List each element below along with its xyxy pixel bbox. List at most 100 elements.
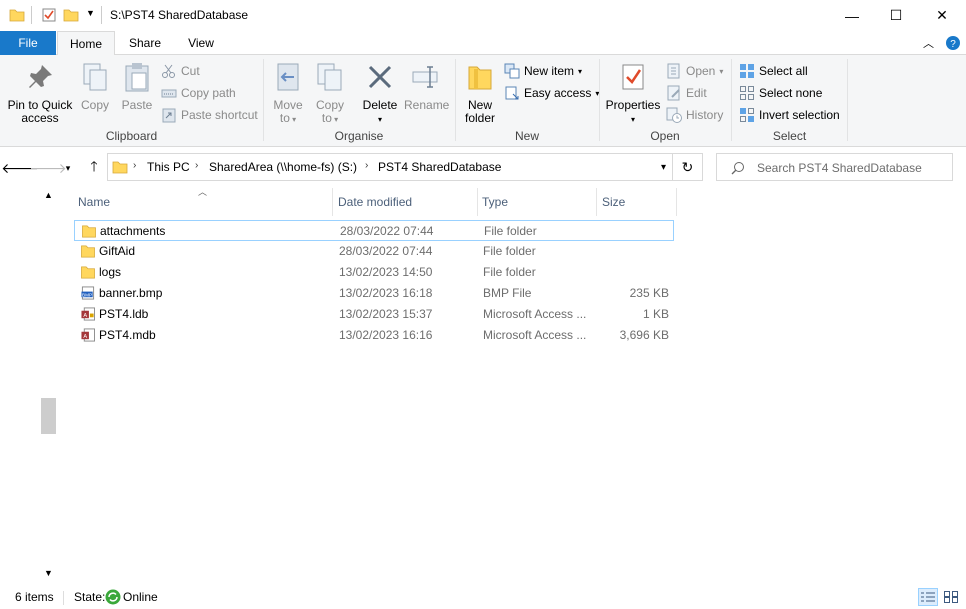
recent-locations-button[interactable]: ▾ xyxy=(62,158,74,178)
new-item-icon xyxy=(504,63,520,79)
search-box[interactable]: Search PST4 SharedDatabase xyxy=(716,153,953,181)
file-row[interactable]: A PST4.ldb 13/02/2023 15:37 Microsoft Acces… xyxy=(74,304,674,325)
file-name[interactable]: banner.bmp xyxy=(99,286,162,300)
back-button[interactable]: 🡐 xyxy=(1,158,39,178)
breadcrumb-separator-icon: › xyxy=(365,160,369,171)
status-bar: 6 items State: Online xyxy=(0,586,966,609)
refresh-button[interactable]: ↻ xyxy=(672,154,702,180)
state-value: Online xyxy=(123,590,158,604)
edit-label: Edit xyxy=(686,86,707,100)
open-icon xyxy=(667,63,680,79)
column-header-date-modified[interactable]: Date modified xyxy=(334,188,478,216)
address-bar[interactable]: › This PC › SharedArea (\\home-fs) (S:) … xyxy=(107,153,703,181)
history-button[interactable]: History xyxy=(666,105,723,125)
select-all-button[interactable]: Select all xyxy=(739,61,808,81)
invert-selection-label: Invert selection xyxy=(759,108,840,122)
new-folder-icon[interactable] xyxy=(63,7,79,23)
close-button[interactable]: ✕ xyxy=(919,0,965,31)
paste-label: Paste xyxy=(121,98,153,112)
pin-to-quick-access-button[interactable]: Pin to Quick access xyxy=(6,61,74,125)
folder-icon xyxy=(112,161,128,174)
edit-button[interactable]: Edit xyxy=(666,83,707,103)
new-item-button[interactable]: New item ▾ xyxy=(504,61,582,81)
up-button[interactable]: 🡑 xyxy=(84,158,104,178)
file-size: 1 KB xyxy=(642,307,669,321)
svg-text:?: ? xyxy=(950,39,956,50)
file-name[interactable]: PST4.ldb xyxy=(99,307,148,321)
folder-icon[interactable] xyxy=(9,7,25,23)
folder-icon xyxy=(82,225,96,238)
paste-shortcut-button[interactable]: Paste shortcut xyxy=(161,105,258,125)
breadcrumb-this-pc[interactable]: This PC xyxy=(147,160,190,174)
cut-label: Cut xyxy=(181,64,200,78)
forward-button[interactable]: 🡒 xyxy=(29,158,67,178)
maximize-button[interactable]: ☐ xyxy=(873,0,919,31)
svg-text:A: A xyxy=(83,313,87,319)
select-all-icon xyxy=(740,64,754,78)
properties-check-icon[interactable] xyxy=(41,7,57,23)
delete-button[interactable]: Delete ▾ xyxy=(360,61,400,126)
new-group-label: New xyxy=(514,129,539,143)
paste-button[interactable]: Paste xyxy=(117,61,157,112)
file-type: BMP File xyxy=(483,286,532,300)
navigation-pane-scrollbar[interactable]: ▲ ▼ xyxy=(40,188,57,586)
tab-share[interactable]: Share xyxy=(120,31,170,55)
easy-access-icon xyxy=(505,86,519,100)
title-bar: ▼ S:\PST4 SharedDatabase — ☐ ✕ xyxy=(0,0,966,31)
breadcrumb-pst4-shareddatabase[interactable]: PST4 SharedDatabase xyxy=(378,160,501,174)
file-date-modified: 13/02/2023 16:18 xyxy=(339,286,433,300)
new-folder-button[interactable]: New folder xyxy=(460,61,500,125)
tab-home[interactable]: Home xyxy=(57,31,115,56)
column-header-type[interactable]: Type xyxy=(478,188,597,216)
rename-icon xyxy=(412,66,438,88)
file-name[interactable]: PST4.mdb xyxy=(99,328,156,342)
file-name[interactable]: GiftAid xyxy=(99,244,135,258)
quick-access-dropdown-icon[interactable]: ▼ xyxy=(86,8,95,18)
invert-selection-button[interactable]: Invert selection xyxy=(739,105,840,125)
file-row[interactable]: GiftAid 28/03/2022 07:44 File folder xyxy=(74,241,674,262)
scroll-up-icon[interactable]: ▲ xyxy=(40,190,57,206)
copy-to-button[interactable]: Copy to ▾ xyxy=(312,61,348,126)
properties-icon xyxy=(622,64,644,90)
column-header-name[interactable]: Name xyxy=(74,188,333,216)
collapse-ribbon-icon[interactable]: ︿ xyxy=(923,35,934,51)
copy-path-button[interactable]: Copy path xyxy=(161,83,236,103)
file-row[interactable]: BMP banner.bmp 13/02/2023 16:18 BMP File 235… xyxy=(74,283,674,304)
address-dropdown-icon[interactable]: ▾ xyxy=(661,162,666,173)
state-label: State: xyxy=(74,590,106,604)
organise-group-label: Organise xyxy=(334,129,384,143)
clipboard-group-label: Clipboard xyxy=(105,129,158,143)
scrollbar-thumb[interactable] xyxy=(41,398,56,434)
file-name[interactable]: logs xyxy=(99,265,121,279)
file-row[interactable]: attachments 28/03/2022 07:44 File folder xyxy=(74,220,674,241)
copy-button[interactable]: Copy xyxy=(76,61,114,112)
cut-button[interactable]: Cut xyxy=(161,61,200,81)
edit-icon xyxy=(667,85,680,101)
select-none-button[interactable]: Select none xyxy=(739,83,822,103)
file-date-modified: 28/03/2022 07:44 xyxy=(339,244,433,258)
new-group: New folder New item ▾ Easy access ▾ New xyxy=(456,57,599,145)
new-folder-label-2: folder xyxy=(464,111,496,125)
tab-file[interactable]: File xyxy=(0,31,56,55)
svg-text:A: A xyxy=(83,334,87,340)
tab-view[interactable]: View xyxy=(176,31,226,55)
file-name[interactable]: attachments xyxy=(100,224,165,238)
open-button[interactable]: Open ▾ xyxy=(666,61,723,81)
help-icon[interactable]: ? xyxy=(946,36,960,50)
details-view-button[interactable] xyxy=(918,588,938,606)
file-row[interactable]: A PST4.mdb 13/02/2023 16:16 Microsoft Acces… xyxy=(74,325,674,346)
column-header-size[interactable]: Size xyxy=(598,188,677,216)
large-icons-view-button[interactable] xyxy=(941,588,961,606)
rename-button[interactable]: Rename xyxy=(404,61,449,112)
file-row[interactable]: logs 13/02/2023 14:50 File folder xyxy=(74,262,674,283)
properties-button[interactable]: Properties ▾ xyxy=(604,61,662,126)
copy-to-label-2: to xyxy=(321,111,332,125)
copy-to-icon xyxy=(317,63,342,91)
minimize-button[interactable]: — xyxy=(829,0,875,31)
scroll-down-icon[interactable]: ▼ xyxy=(40,568,57,584)
search-icon xyxy=(731,162,744,175)
easy-access-button[interactable]: Easy access ▾ xyxy=(504,83,599,103)
organise-group: Move to ▾ Copy to ▾ Delete ▾ Rename Orga… xyxy=(264,57,454,145)
move-to-button[interactable]: Move to ▾ xyxy=(270,61,306,126)
breadcrumb-shared-area[interactable]: SharedArea (\\home-fs) (S:) xyxy=(209,160,357,174)
